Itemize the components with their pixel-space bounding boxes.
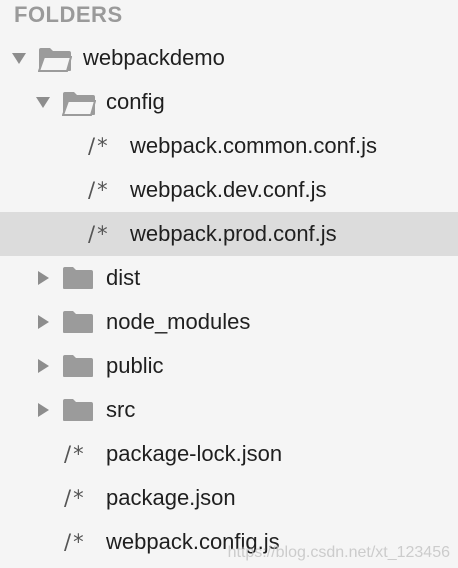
tree-item-label: config [106, 89, 165, 114]
js-file-icon: /* [64, 530, 86, 554]
json-file-icon: /* [64, 486, 86, 510]
js-file-icon: /* [88, 222, 110, 246]
tree-item-label: webpackdemo [83, 45, 225, 70]
tree-item-label: webpack.dev.conf.js [130, 177, 327, 202]
js-file-icon: /* [88, 178, 110, 202]
tree-item-webpack-dev-conf[interactable]: /* webpack.dev.conf.js [0, 168, 458, 212]
folder-icon [63, 311, 93, 333]
tree-item-package-json[interactable]: /* package.json [0, 476, 458, 520]
tree-item-node-modules[interactable]: node_modules [0, 300, 458, 344]
chevron-down-icon[interactable] [36, 97, 50, 108]
chevron-right-icon[interactable] [38, 403, 49, 417]
tree-item-webpackdemo[interactable]: webpackdemo [0, 36, 458, 80]
sidebar-header: FOLDERS [14, 2, 123, 27]
tree-item-label: public [106, 353, 164, 378]
tree-item-src[interactable]: src [0, 388, 458, 432]
tree-item-label: webpack.common.conf.js [130, 133, 377, 158]
tree-item-label: src [106, 397, 136, 422]
tree-item-webpack-common-conf[interactable]: /* webpack.common.conf.js [0, 124, 458, 168]
folder-icon [63, 267, 93, 289]
tree-item-dist[interactable]: dist [0, 256, 458, 300]
watermark: https://blog.csdn.net/xt_123456 [227, 544, 450, 561]
tree-item-package-lock[interactable]: /* package-lock.json [0, 432, 458, 476]
json-file-icon: /* [64, 442, 86, 466]
chevron-right-icon[interactable] [38, 359, 49, 373]
folder-open-icon [62, 92, 96, 116]
folder-icon [63, 355, 93, 377]
tree-item-label: node_modules [106, 309, 251, 334]
folder-icon [63, 399, 93, 421]
chevron-right-icon[interactable] [38, 315, 49, 329]
chevron-down-icon[interactable] [12, 53, 26, 64]
chevron-right-icon[interactable] [38, 271, 49, 285]
folder-open-icon [38, 48, 72, 72]
tree-item-label: package.json [106, 485, 236, 510]
tree-item-public[interactable]: public [0, 344, 458, 388]
tree-item-webpack-prod-conf[interactable]: /* webpack.prod.conf.js [0, 212, 458, 256]
js-file-icon: /* [88, 134, 110, 158]
tree-item-label: package-lock.json [106, 441, 283, 466]
tree-item-label: webpack.prod.conf.js [130, 221, 337, 246]
tree-item-config[interactable]: config [0, 80, 458, 124]
tree-item-label: dist [106, 265, 141, 290]
